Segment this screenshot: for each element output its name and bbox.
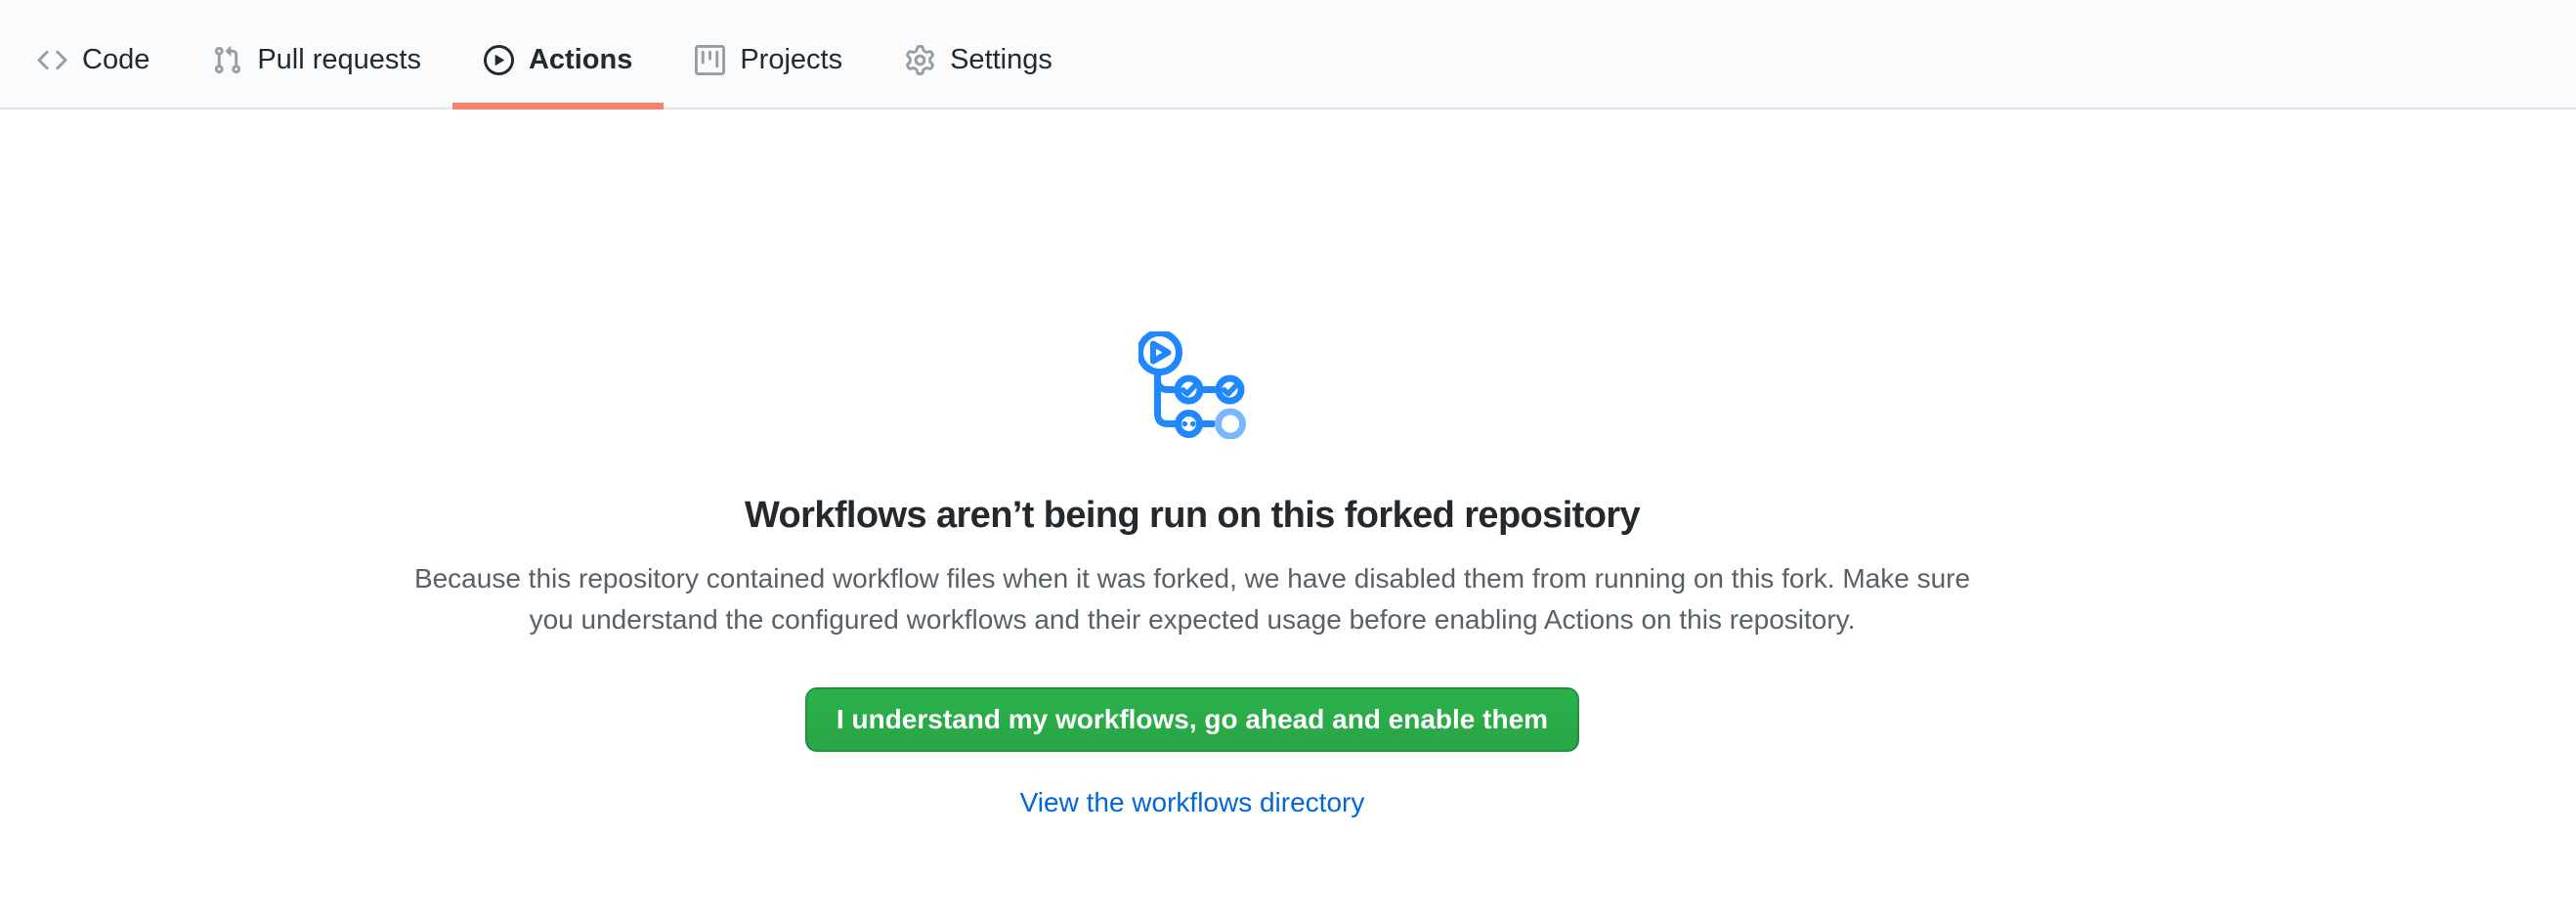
tab-settings-label: Settings (950, 44, 1052, 76)
page-title: Workflows aren’t being run on this forke… (0, 495, 2384, 537)
git-pull-request-icon (212, 45, 242, 75)
tab-actions[interactable]: Actions (452, 0, 664, 108)
description-text: Because this repository contained workfl… (391, 558, 1994, 640)
workflow-graph-icon (1138, 331, 1246, 439)
tab-code-label: Code (82, 44, 150, 76)
tab-code[interactable]: Code (6, 0, 181, 108)
tab-pull-requests-label: Pull requests (257, 44, 421, 76)
tab-actions-label: Actions (529, 44, 632, 76)
tab-projects[interactable]: Projects (664, 0, 874, 108)
project-icon (695, 45, 725, 75)
play-icon (484, 45, 514, 75)
enable-workflows-button[interactable]: I understand my workflows, go ahead and … (805, 687, 1579, 752)
tab-settings[interactable]: Settings (874, 0, 1084, 108)
tab-pull-requests[interactable]: Pull requests (181, 0, 452, 108)
tab-projects-label: Projects (740, 44, 842, 76)
view-workflows-directory-link[interactable]: View the workflows directory (1020, 787, 1365, 818)
code-icon (37, 45, 67, 75)
actions-blankslate: Workflows aren’t being run on this forke… (0, 110, 2384, 818)
repo-tab-bar: Code Pull requests Actions Projects Sett… (0, 0, 2576, 110)
gear-icon (905, 45, 935, 75)
